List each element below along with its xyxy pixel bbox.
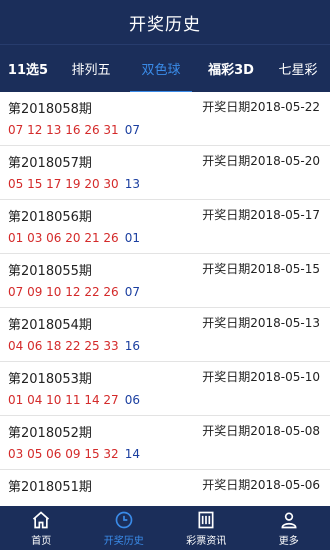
lottery-tabs: 11选5 排列五 双色球 福彩3D 七星彩 bbox=[0, 44, 330, 93]
ball-numbers: 01 04 10 11 14 27 06 bbox=[8, 393, 140, 407]
tab-11x5[interactable]: 11选5 bbox=[0, 45, 56, 93]
result-row[interactable]: 第2018053期 开奖日期2018-05-10 01 04 10 11 14 … bbox=[0, 362, 330, 416]
page-title: 开奖历史 bbox=[129, 14, 201, 35]
result-list[interactable]: 第2018058期 开奖日期2018-05-22 07 12 13 16 26 … bbox=[0, 92, 330, 506]
nav-home[interactable]: 首页 bbox=[0, 506, 83, 550]
bottom-nav: 首页 开奖历史 彩票资讯 更多 bbox=[0, 506, 330, 550]
red-balls: 07 12 13 16 26 31 bbox=[8, 123, 119, 137]
red-balls: 01 04 10 11 14 27 bbox=[8, 393, 119, 407]
result-row[interactable]: 第2018052期 开奖日期2018-05-08 03 05 06 09 15 … bbox=[0, 416, 330, 470]
draw-date: 开奖日期2018-05-15 bbox=[202, 262, 320, 276]
nav-history[interactable]: 开奖历史 bbox=[83, 506, 166, 550]
issue-number: 第2018052期 bbox=[8, 426, 92, 441]
tab-fucai3d[interactable]: 福彩3D bbox=[196, 45, 266, 93]
draw-date: 开奖日期2018-05-17 bbox=[202, 208, 320, 222]
issue-number: 第2018051期 bbox=[8, 480, 92, 495]
result-row[interactable]: 第2018058期 开奖日期2018-05-22 07 12 13 16 26 … bbox=[0, 92, 330, 146]
blue-ball: 14 bbox=[124, 447, 140, 461]
issue-number: 第2018056期 bbox=[8, 210, 92, 225]
issue-number: 第2018058期 bbox=[8, 102, 92, 117]
nav-history-label: 开奖历史 bbox=[103, 535, 144, 547]
draw-date: 开奖日期2018-05-13 bbox=[202, 316, 320, 330]
home-icon bbox=[33, 510, 50, 528]
result-row[interactable]: 第2018054期 开奖日期2018-05-13 04 06 18 22 25 … bbox=[0, 308, 330, 362]
draw-date: 开奖日期2018-05-10 bbox=[202, 370, 320, 384]
tab-shuangseqiu[interactable]: 双色球 bbox=[126, 45, 196, 93]
blue-ball: 13 bbox=[124, 177, 140, 191]
tab-pailie5[interactable]: 排列五 bbox=[56, 45, 126, 93]
tab-qixingcai[interactable]: 七星彩 bbox=[266, 45, 330, 93]
result-row[interactable]: 第2018057期 开奖日期2018-05-20 05 15 17 19 20 … bbox=[0, 146, 330, 200]
ball-numbers: 05 15 17 19 20 30 13 bbox=[8, 177, 140, 191]
app-header: 开奖历史 bbox=[0, 0, 330, 44]
red-balls: 05 15 17 19 20 30 bbox=[8, 177, 119, 191]
issue-number: 第2018053期 bbox=[8, 372, 92, 387]
blue-ball: 07 bbox=[124, 123, 140, 137]
result-row[interactable]: 第2018055期 开奖日期2018-05-15 07 09 10 12 22 … bbox=[0, 254, 330, 308]
ball-numbers: 01 03 06 20 21 26 01 bbox=[8, 231, 140, 245]
red-balls: 04 06 18 22 25 33 bbox=[8, 339, 119, 353]
issue-number: 第2018054期 bbox=[8, 318, 92, 333]
nav-more[interactable]: 更多 bbox=[248, 506, 330, 550]
blue-ball: 16 bbox=[124, 339, 140, 353]
nav-more-label: 更多 bbox=[278, 535, 299, 547]
red-balls: 01 03 06 20 21 26 bbox=[8, 231, 119, 245]
red-balls: 03 05 06 09 15 32 bbox=[8, 447, 119, 461]
draw-date: 开奖日期2018-05-22 bbox=[202, 100, 320, 114]
nav-home-label: 首页 bbox=[31, 535, 52, 547]
ball-numbers: 07 09 10 12 22 26 07 bbox=[8, 285, 140, 299]
issue-number: 第2018057期 bbox=[8, 156, 92, 171]
blue-ball: 01 bbox=[124, 231, 140, 245]
nav-news[interactable]: 彩票资讯 bbox=[165, 506, 248, 550]
result-row[interactable]: 第2018051期 开奖日期2018-05-06 bbox=[0, 470, 330, 506]
ball-numbers: 03 05 06 09 15 32 14 bbox=[8, 447, 140, 461]
blue-ball: 07 bbox=[124, 285, 140, 299]
ball-numbers: 07 12 13 16 26 31 07 bbox=[8, 123, 140, 137]
draw-date: 开奖日期2018-05-08 bbox=[202, 424, 320, 438]
issue-number: 第2018055期 bbox=[8, 264, 92, 279]
nav-news-label: 彩票资讯 bbox=[186, 535, 227, 547]
clock-icon bbox=[115, 511, 133, 528]
ball-numbers: 04 06 18 22 25 33 16 bbox=[8, 339, 140, 353]
blue-ball: 06 bbox=[124, 393, 140, 407]
draw-date: 开奖日期2018-05-06 bbox=[202, 478, 320, 492]
user-icon bbox=[281, 511, 297, 528]
red-balls: 07 09 10 12 22 26 bbox=[8, 285, 119, 299]
result-row[interactable]: 第2018056期 开奖日期2018-05-17 01 03 06 20 21 … bbox=[0, 200, 330, 254]
draw-date: 开奖日期2018-05-20 bbox=[202, 154, 320, 168]
news-icon bbox=[198, 511, 214, 528]
